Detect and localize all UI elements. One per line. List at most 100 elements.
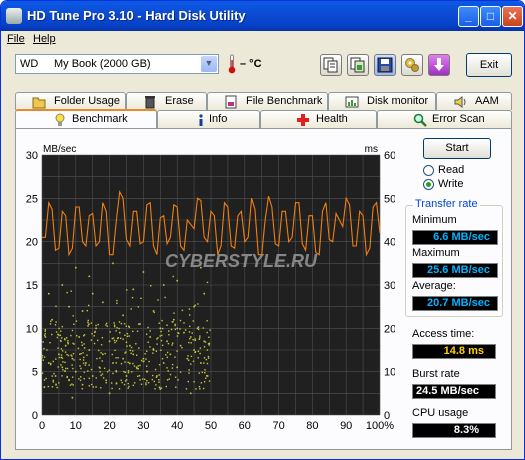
options-button[interactable] xyxy=(401,54,423,76)
access-time-point xyxy=(122,314,124,317)
close-button[interactable]: ✕ xyxy=(502,6,523,27)
access-time-point xyxy=(177,332,179,334)
write-radio[interactable] xyxy=(423,179,434,190)
access-time-point xyxy=(55,331,58,333)
access-time-point xyxy=(78,336,80,338)
access-time-point xyxy=(159,327,162,330)
access-time-point xyxy=(131,371,133,373)
access-time-point xyxy=(63,338,66,340)
access-time-point xyxy=(58,327,60,330)
tab-aam[interactable]: AAM xyxy=(436,92,512,110)
save-button[interactable] xyxy=(374,54,396,76)
access-time-point xyxy=(90,383,93,386)
access-time-point xyxy=(75,320,78,322)
read-radio[interactable] xyxy=(423,165,434,176)
copy-screenshot-button[interactable] xyxy=(347,54,369,76)
access-time-point xyxy=(162,284,165,286)
access-time-point xyxy=(113,322,115,324)
access-time-point xyxy=(203,292,206,295)
access-time-point xyxy=(98,349,100,352)
tab-error-scan[interactable]: Error Scan xyxy=(377,110,512,128)
tab-benchmark[interactable]: Benchmark xyxy=(15,109,157,128)
access-time-point xyxy=(41,357,43,359)
access-time-point xyxy=(167,370,169,372)
access-time-point xyxy=(171,342,174,344)
copy-text-button[interactable] xyxy=(320,54,342,76)
access-time-point xyxy=(118,321,121,323)
access-time-point xyxy=(83,347,86,349)
access-time-point xyxy=(88,364,90,366)
access-time-point xyxy=(160,387,163,389)
x-tick-label: 90 xyxy=(340,420,352,431)
access-time-point xyxy=(70,290,72,292)
y-right-tick-label: 10 xyxy=(384,367,395,379)
access-time-point xyxy=(172,275,174,278)
chevron-down-icon[interactable]: ▼ xyxy=(201,56,217,72)
drive-dropdown[interactable]: WD My Book (2000 GB) ▼ xyxy=(15,54,219,74)
access-time-point xyxy=(137,306,140,308)
access-time-point xyxy=(49,323,52,325)
access-time-point xyxy=(202,327,204,329)
access-time-point xyxy=(73,343,75,345)
x-tick-label: 50 xyxy=(205,420,217,431)
download-button[interactable] xyxy=(428,54,450,76)
minimize-button[interactable]: _ xyxy=(458,6,479,27)
tab-file-benchmark[interactable]: File Benchmark xyxy=(207,92,328,110)
access-time-point xyxy=(138,347,140,349)
access-time-point xyxy=(207,355,210,358)
access-time-point xyxy=(91,333,93,335)
access-time-point xyxy=(58,334,60,336)
access-time-point xyxy=(73,359,75,361)
access-time-point xyxy=(206,375,208,377)
access-time-point xyxy=(99,357,101,359)
access-time-point xyxy=(203,362,205,364)
title-bar[interactable]: HD Tune Pro 3.10 - Hard Disk Utility _ □… xyxy=(1,1,524,31)
access-time-point xyxy=(193,349,195,351)
access-time-point xyxy=(207,357,210,359)
access-time-point xyxy=(204,371,206,374)
access-time-point xyxy=(101,336,104,339)
tab-health[interactable]: Health xyxy=(260,110,377,128)
access-time-point xyxy=(58,382,60,384)
menu-file[interactable]: File xyxy=(7,33,25,45)
access-time-point xyxy=(117,357,119,359)
access-time-point xyxy=(81,310,84,312)
speaker-icon xyxy=(454,96,466,108)
access-time-point xyxy=(78,378,80,380)
maximize-button[interactable]: □ xyxy=(480,6,501,27)
access-time-point xyxy=(60,337,63,339)
access-time-point xyxy=(115,362,117,364)
access-time-point xyxy=(41,355,44,357)
access-time-point xyxy=(165,354,167,356)
tab-erase[interactable]: Erase xyxy=(126,92,207,110)
access-time-point xyxy=(198,372,200,374)
access-time-point xyxy=(52,381,55,383)
access-time-point xyxy=(81,344,84,347)
start-button[interactable]: Start xyxy=(423,138,491,159)
access-time-point xyxy=(55,305,57,308)
access-time-point xyxy=(68,379,70,381)
access-time-point xyxy=(83,377,85,380)
access-time-point xyxy=(42,341,44,343)
access-time-point xyxy=(142,360,144,363)
access-time-point xyxy=(129,349,131,352)
access-time-point xyxy=(80,352,82,355)
access-time-point xyxy=(183,322,185,324)
menu-help[interactable]: Help xyxy=(33,33,56,45)
temperature-value: – °C xyxy=(240,58,262,70)
access-time-point xyxy=(130,308,132,310)
exit-button[interactable]: Exit xyxy=(466,53,512,77)
access-time-point xyxy=(188,341,190,344)
health-cross-icon xyxy=(297,114,309,126)
access-time-point xyxy=(132,353,135,356)
tab-folder-usage[interactable]: Folder Usage xyxy=(15,92,126,110)
access-time-point xyxy=(42,359,45,361)
access-time-point xyxy=(192,360,195,362)
access-time-point xyxy=(194,351,197,353)
tab-info[interactable]: Info xyxy=(157,110,260,128)
access-time-point xyxy=(55,358,57,360)
access-time-point xyxy=(102,377,105,379)
tab-disk-monitor[interactable]: Disk monitor xyxy=(328,92,436,110)
access-time-point xyxy=(108,340,111,343)
access-time-point xyxy=(124,361,126,363)
